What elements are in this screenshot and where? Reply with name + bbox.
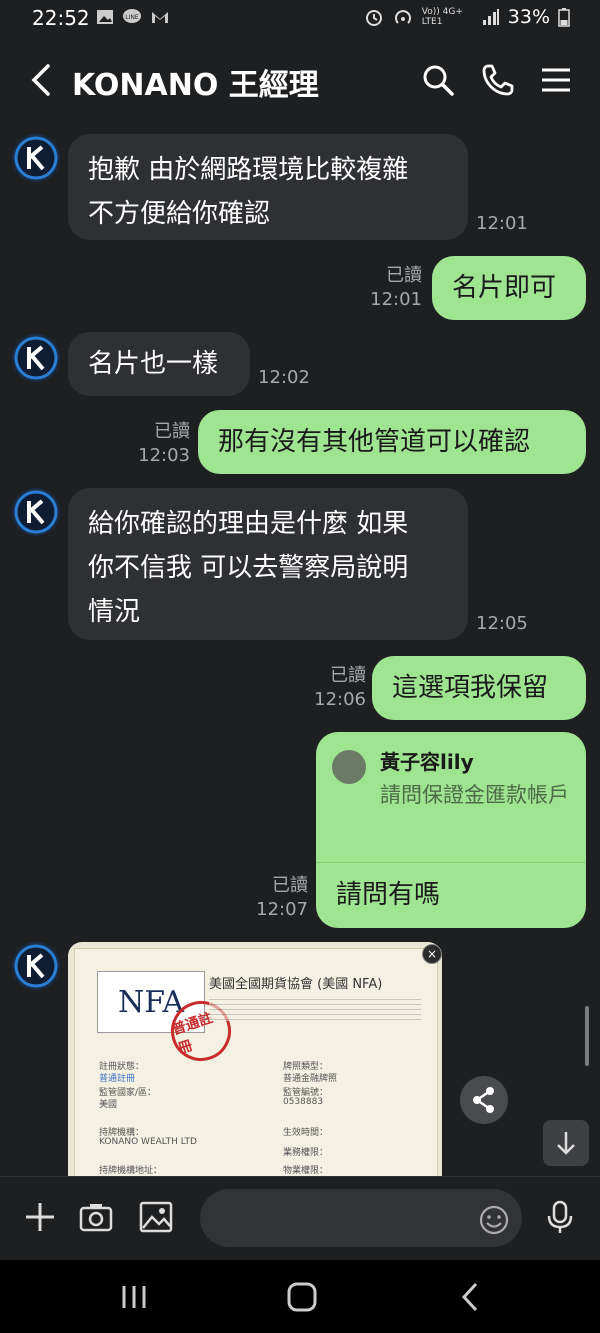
message-time: 12:02: [258, 367, 310, 388]
message-line: 你不信我 可以去警察局說明: [88, 553, 409, 583]
menu-icon[interactable]: [538, 62, 574, 98]
message-time: 12:01: [476, 213, 528, 234]
message-bubble-outgoing[interactable]: 名片即可: [432, 256, 586, 320]
reply-message-bubble[interactable]: 黃子容lily 請問保證金匯款帳戶 請問有嗎: [316, 732, 586, 928]
avatar[interactable]: [12, 334, 60, 382]
quoted-avatar: [332, 750, 366, 784]
message-line: 不方便給你確認: [88, 199, 271, 229]
avatar[interactable]: [12, 134, 60, 182]
emoji-icon[interactable]: [478, 1204, 510, 1236]
chat-messages[interactable]: 抱歉 由於網路環境比較複雜 不方便給你確認 12:01 已讀 12:01 名片即…: [0, 124, 600, 1176]
field-value: 0538883: [283, 1097, 324, 1107]
read-receipt: 已讀: [330, 665, 366, 686]
quoted-sender-name: 黃子容lily: [380, 750, 474, 774]
system-nav-bar: [0, 1260, 600, 1333]
message-line: 這選項我保留: [392, 673, 549, 703]
svg-text:LINE: LINE: [125, 14, 139, 21]
message-time: 12:03: [138, 445, 190, 466]
message-line: 名片即可: [452, 273, 557, 303]
share-icon: [473, 1087, 494, 1113]
message-time: 12:06: [314, 689, 366, 710]
camera-icon[interactable]: [78, 1199, 114, 1235]
konano-logo-icon: [14, 136, 58, 180]
reply-text: 請問有嗎: [336, 880, 441, 910]
nfa-certificate-image: NFA 普通註冊 美國全國期貨協會 (美國 NFA) 註冊狀態： 普通註冊 監管…: [74, 948, 438, 1176]
image-icon[interactable]: [138, 1199, 174, 1235]
message-bubble-outgoing[interactable]: 這選項我保留: [372, 656, 586, 720]
image-message[interactable]: NFA 普通註冊 美國全國期貨協會 (美國 NFA) 註冊狀態： 普通註冊 監管…: [68, 942, 442, 1176]
field-label: 業務權限：: [283, 1148, 329, 1158]
read-receipt: 已讀: [154, 421, 190, 442]
message-line: 情況: [88, 597, 141, 627]
certificate-title: 美國全國期貨協會 (美國 NFA): [209, 977, 383, 992]
arrow-down-icon: [557, 1132, 575, 1155]
certificate-fine-print: [209, 995, 421, 1021]
chat-title: KONANO 王經理: [72, 68, 319, 103]
field-label: 持牌機構地址：: [99, 1166, 163, 1176]
message-input-bar: [0, 1176, 600, 1261]
gmail-icon: [152, 12, 168, 23]
back-arrow-icon[interactable]: [26, 60, 58, 100]
close-icon[interactable]: ×: [422, 944, 442, 964]
battery-icon: [558, 8, 570, 27]
quoted-text: 請問保證金匯款帳戶: [380, 783, 569, 807]
status-bar: 22:52 LINE Vo)) 4G+ LTE1 33%: [0, 0, 600, 38]
konano-logo-icon: [14, 490, 58, 534]
system-icons: Vo)) 4G+ LTE1 33%: [364, 6, 570, 28]
line-icon: LINE: [123, 9, 141, 23]
message-time: 12:05: [476, 613, 528, 634]
quoted-message[interactable]: 黃子容lily 請問保證金匯款帳戶: [316, 732, 586, 863]
message-line: 那有沒有其他管道可以確認: [218, 427, 531, 457]
field-value: 普通金融牌照: [283, 1074, 338, 1084]
search-icon[interactable]: [420, 62, 456, 98]
message-bubble-incoming[interactable]: 名片也一樣: [68, 332, 250, 396]
scrollbar[interactable]: [585, 1006, 589, 1066]
field-value: KONANO WEALTH LTD: [99, 1137, 197, 1147]
alarm-icon: [365, 10, 382, 26]
message-line: 給你確認的理由是什麼 如果: [88, 509, 409, 539]
read-receipt: 已讀: [272, 875, 308, 896]
notification-icons: LINE: [96, 8, 170, 26]
konano-logo-icon: [14, 944, 58, 988]
battery-percent: 33%: [507, 6, 550, 28]
field-value: 普通註冊: [99, 1074, 136, 1084]
chat-header: KONANO 王經理: [0, 38, 600, 124]
message-line: 抱歉 由於網路環境比較複雜: [88, 155, 409, 185]
field-value: 美國: [99, 1100, 118, 1110]
status-time: 22:52: [32, 6, 90, 30]
hotspot-icon: [394, 10, 411, 24]
back-icon[interactable]: [452, 1280, 492, 1314]
volte-indicator: Vo)) 4G+ LTE1: [421, 7, 463, 27]
phone-icon[interactable]: [480, 62, 516, 98]
gallery-icon: [97, 10, 113, 24]
message-bubble-incoming[interactable]: 給你確認的理由是什麼 如果 你不信我 可以去警察局說明 情況: [68, 488, 468, 640]
message-time: 12:01: [370, 289, 422, 310]
avatar[interactable]: [12, 942, 60, 990]
message-time: 12:07: [256, 899, 308, 920]
home-icon[interactable]: [282, 1280, 322, 1314]
mic-icon[interactable]: [542, 1199, 578, 1235]
plus-icon[interactable]: [22, 1199, 58, 1235]
read-receipt: 已讀: [386, 265, 422, 286]
recents-icon[interactable]: [114, 1280, 154, 1314]
avatar[interactable]: [12, 488, 60, 536]
konano-logo-icon: [14, 336, 58, 380]
message-line: 名片也一樣: [88, 349, 219, 379]
field-label: 物業權限：: [283, 1166, 329, 1176]
share-button[interactable]: [460, 1076, 508, 1124]
signal-icon: [482, 9, 499, 25]
message-input[interactable]: [200, 1189, 522, 1247]
message-bubble-outgoing[interactable]: 那有沒有其他管道可以確認: [198, 410, 586, 474]
scroll-to-bottom-button[interactable]: [543, 1120, 589, 1166]
field-label: 生效時間：: [283, 1128, 329, 1138]
message-bubble-incoming[interactable]: 抱歉 由於網路環境比較複雜 不方便給你確認: [68, 134, 468, 240]
